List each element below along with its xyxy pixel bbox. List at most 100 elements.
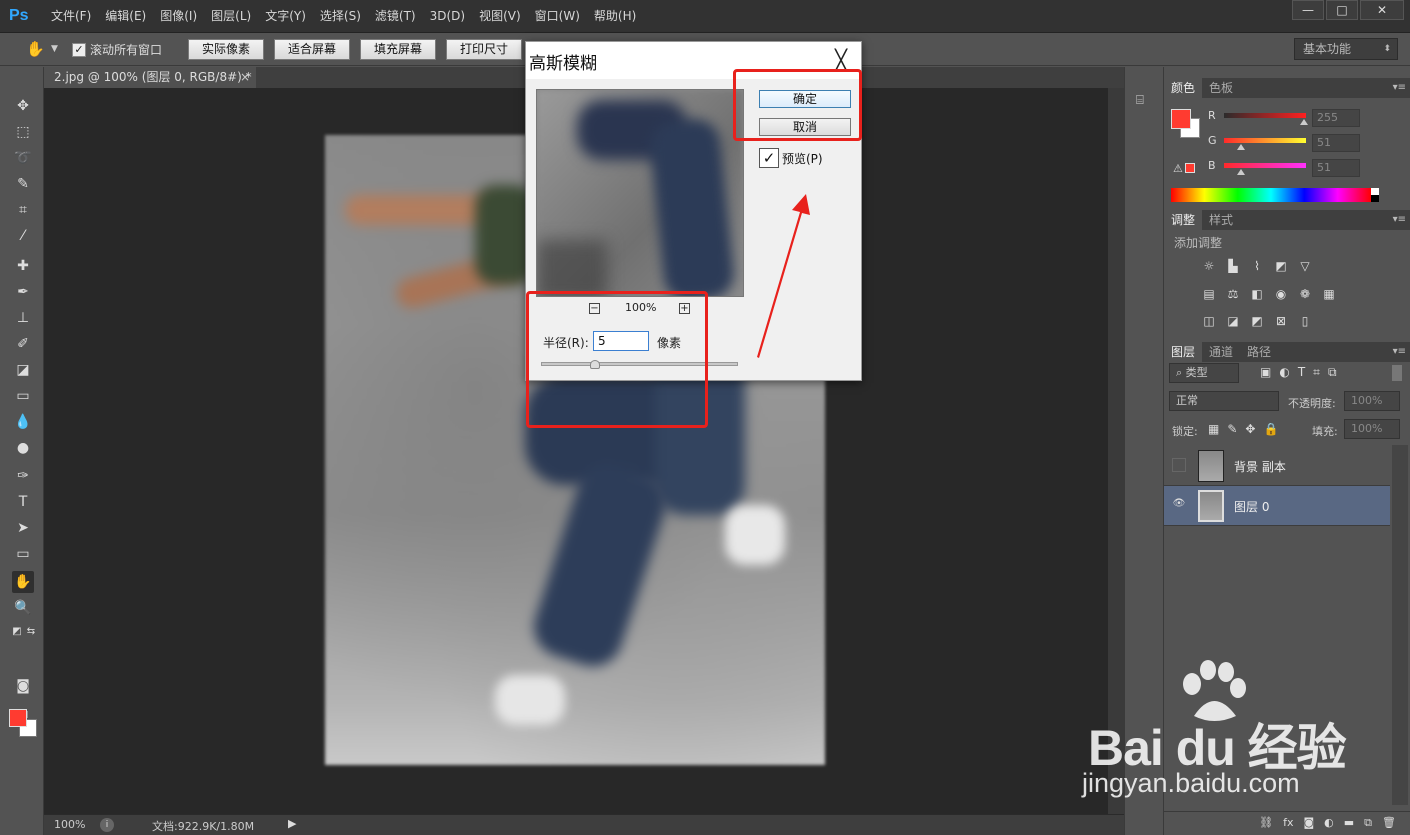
black-white-icon[interactable]: ◧ — [1248, 285, 1266, 303]
color-balance-icon[interactable]: ⚖ — [1224, 285, 1242, 303]
close-window-button[interactable]: ✕ — [1360, 0, 1404, 20]
type-filter-icon[interactable]: T — [1298, 365, 1305, 380]
new-adjustment-icon[interactable]: ◐ — [1324, 812, 1334, 835]
pen-icon[interactable]: ✑ — [12, 465, 34, 487]
status-menu-arrow-icon[interactable]: ▶ — [288, 817, 296, 830]
menu-type[interactable]: 文字(Y) — [258, 0, 313, 33]
maximize-button[interactable]: □ — [1326, 0, 1358, 20]
smart-object-filter-icon[interactable]: ⧉ — [1328, 365, 1337, 380]
blur-preview[interactable] — [536, 89, 744, 297]
eyedropper-icon[interactable]: ⁄ — [12, 225, 34, 247]
healing-brush-icon[interactable]: ✚ — [12, 255, 34, 277]
tab-layers[interactable]: 图层 — [1164, 342, 1203, 362]
layer-filter-select[interactable]: ⌕ 类型 — [1169, 363, 1239, 383]
hand-icon[interactable]: ✋ — [12, 571, 34, 593]
pixel-filter-icon[interactable]: ▣ — [1260, 365, 1271, 380]
opacity-field[interactable]: 100% — [1344, 391, 1400, 411]
quick-select-icon[interactable]: ✎ — [12, 173, 34, 195]
trash-icon[interactable]: 🗑 — [1382, 812, 1396, 835]
menu-window[interactable]: 窗口(W) — [528, 0, 587, 33]
color-foreground-swatch[interactable] — [1171, 109, 1191, 129]
status-zoom[interactable]: 100% — [54, 818, 85, 831]
visibility-toggle[interactable] — [1172, 458, 1186, 472]
zoom-icon[interactable]: 🔍 — [12, 597, 34, 619]
selective-color-icon[interactable]: ⊠ — [1272, 312, 1290, 330]
blue-value-field[interactable]: 51 — [1312, 159, 1360, 177]
canvas-scrollbar[interactable] — [1108, 88, 1124, 814]
menu-3d[interactable]: 3D(D) — [423, 0, 472, 33]
gamut-warning-icon[interactable]: ⚠ — [1173, 162, 1183, 175]
lock-transparency-icon[interactable]: ▦ — [1208, 422, 1219, 436]
posterize-icon[interactable]: ◪ — [1224, 312, 1242, 330]
panel-menu-icon[interactable]: ▾≡ — [1393, 210, 1406, 230]
hand-tool-preset-icon[interactable]: ✋ — [26, 40, 45, 58]
tab-styles[interactable]: 样式 — [1202, 210, 1240, 230]
invert-icon[interactable]: ◫ — [1200, 312, 1218, 330]
preview-checkbox[interactable]: ✓ — [759, 148, 779, 168]
green-value-field[interactable]: 51 — [1312, 134, 1360, 152]
curves-icon[interactable]: ⌇ — [1248, 257, 1266, 275]
link-layers-icon[interactable]: ⛓ — [1259, 812, 1273, 835]
scroll-all-windows-option[interactable]: ✓ 滚动所有窗口 — [72, 41, 162, 58]
layer-row-selected[interactable]: 👁 图层 0 — [1164, 486, 1390, 526]
layer-name[interactable]: 图层 0 — [1234, 498, 1269, 515]
eraser-icon[interactable]: ◪ — [12, 359, 34, 381]
red-value-field[interactable]: 255 — [1312, 109, 1360, 127]
gamut-warning-swatch[interactable] — [1185, 163, 1195, 173]
black-white-ramp[interactable] — [1371, 188, 1379, 202]
marquee-icon[interactable]: ⬚ — [12, 121, 34, 143]
menu-layer[interactable]: 图层(L) — [204, 0, 258, 33]
adjustment-filter-icon[interactable]: ◐ — [1279, 365, 1289, 380]
layer-row[interactable]: 背景 副本 — [1164, 446, 1390, 486]
history-panel-icon[interactable]: ⌸ — [1136, 93, 1154, 111]
lock-pixels-icon[interactable]: ✎ — [1227, 422, 1237, 436]
scroll-all-windows-checkbox[interactable]: ✓ — [72, 42, 86, 57]
threshold-icon[interactable]: ◩ — [1248, 312, 1266, 330]
fill-field[interactable]: 100% — [1344, 419, 1400, 439]
color-lookup-icon[interactable]: ▦ — [1320, 285, 1338, 303]
red-slider[interactable] — [1224, 113, 1306, 118]
tab-color[interactable]: 颜色 — [1164, 78, 1203, 98]
fill-screen-button[interactable]: 填充屏幕 — [360, 39, 436, 60]
menu-image[interactable]: 图像(I) — [153, 0, 204, 33]
tab-channels[interactable]: 通道 — [1202, 342, 1240, 362]
photo-filter-icon[interactable]: ◉ — [1272, 285, 1290, 303]
menu-help[interactable]: 帮助(H) — [587, 0, 643, 33]
print-size-button[interactable]: 打印尺寸 — [446, 39, 522, 60]
clone-stamp-icon[interactable]: ⊥ — [12, 307, 34, 329]
fx-icon[interactable]: fx — [1283, 812, 1293, 835]
exposure-icon[interactable]: ◩ — [1272, 257, 1290, 275]
hue-saturation-icon[interactable]: ▤ — [1200, 285, 1218, 303]
minimize-button[interactable]: — — [1292, 0, 1324, 20]
close-icon[interactable]: × — [240, 67, 250, 88]
green-slider[interactable] — [1224, 138, 1306, 143]
levels-icon[interactable]: ▙ — [1224, 257, 1242, 275]
layer-name[interactable]: 背景 副本 — [1234, 458, 1286, 475]
new-group-icon[interactable]: ▬ — [1344, 812, 1354, 835]
quick-mask-icon[interactable]: ◙ — [12, 675, 34, 697]
type-icon[interactable]: T — [12, 491, 34, 513]
path-select-icon[interactable]: ➤ — [12, 517, 34, 539]
filter-toggle[interactable] — [1392, 365, 1402, 381]
blue-slider[interactable] — [1224, 163, 1306, 168]
brush-icon[interactable]: ✒ — [12, 281, 34, 303]
blue-slider-thumb[interactable] — [1237, 169, 1245, 175]
lasso-icon[interactable]: ➰ — [12, 147, 34, 169]
lock-all-icon[interactable]: 🔒 — [1263, 422, 1278, 436]
lock-position-icon[interactable]: ✥ — [1245, 422, 1255, 436]
history-brush-icon[interactable]: ✐ — [12, 333, 34, 355]
layers-scrollbar[interactable] — [1392, 445, 1408, 805]
red-slider-thumb[interactable] — [1300, 119, 1308, 125]
channel-mixer-icon[interactable]: ❁ — [1296, 285, 1314, 303]
fit-screen-button[interactable]: 适合屏幕 — [274, 39, 350, 60]
chevron-down-icon[interactable]: ▼ — [51, 44, 58, 54]
panel-menu-icon[interactable]: ▾≡ — [1393, 342, 1406, 362]
tab-paths[interactable]: 路径 — [1240, 342, 1278, 362]
panel-menu-icon[interactable]: ▾≡ — [1393, 78, 1406, 98]
crop-icon[interactable]: ⌗ — [12, 199, 34, 221]
eye-icon[interactable]: 👁 — [1172, 498, 1186, 512]
green-slider-thumb[interactable] — [1237, 144, 1245, 150]
color-spectrum-ramp[interactable] — [1171, 188, 1371, 202]
foreground-color-swatch[interactable] — [9, 709, 27, 727]
dodge-icon[interactable]: ● — [12, 437, 34, 459]
